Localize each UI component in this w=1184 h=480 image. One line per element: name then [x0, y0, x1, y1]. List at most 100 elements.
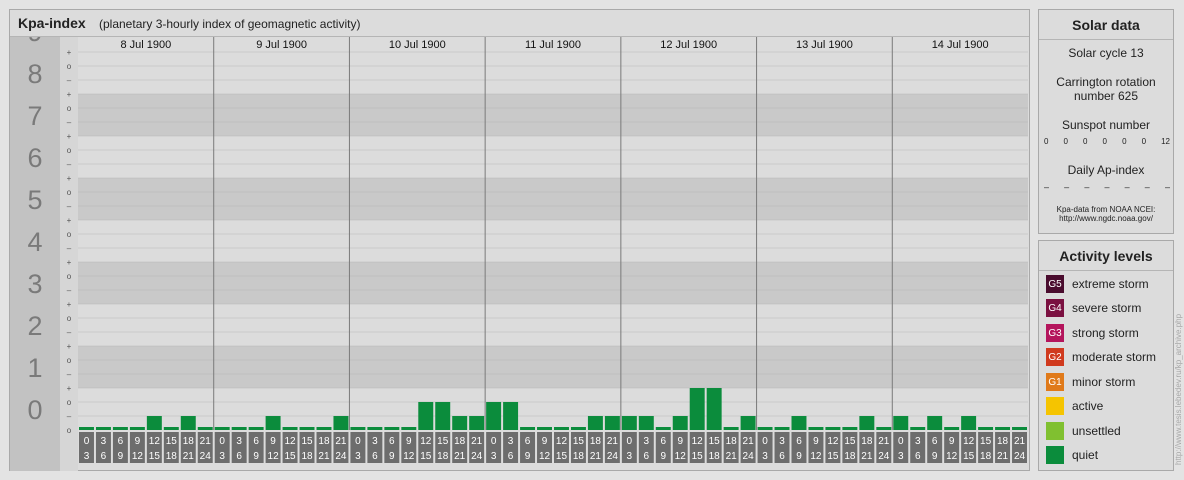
hour-end-label: 9 — [525, 451, 531, 462]
y-minor-label: o — [67, 62, 72, 71]
hour-start-label: 21 — [878, 436, 890, 447]
hour-start-label: 9 — [135, 436, 141, 447]
y-minor-label: – — [67, 286, 72, 295]
kp-bar — [587, 416, 603, 430]
hour-end-label: 3 — [355, 451, 361, 462]
legend-active: active — [1046, 396, 1103, 416]
y-minor-label: – — [67, 160, 72, 169]
hour-end-label: 15 — [420, 451, 432, 462]
g4-swatch: G4 — [1046, 299, 1064, 317]
hour-end-label: 21 — [861, 451, 873, 462]
source-link[interactable]: http://www.ngdc.noaa.gov/ — [1039, 214, 1173, 223]
hour-end-label: 3 — [84, 451, 90, 462]
y-minor-label: o — [67, 314, 72, 323]
hour-end-label: 24 — [607, 451, 619, 462]
hour-end-label: 3 — [491, 451, 497, 462]
carrington-line-1: Carrington rotation — [1056, 75, 1156, 89]
hour-start-label: 3 — [101, 436, 107, 447]
kp-bar — [163, 427, 179, 430]
hour-end-label: 21 — [183, 451, 195, 462]
source-url-vertical[interactable]: http://www.tesis.lebedev.ru/kp_archive.p… — [1174, 240, 1184, 470]
legend-g3: G3 strong storm — [1046, 323, 1139, 343]
kp-bar — [842, 427, 858, 430]
kp-bar — [418, 401, 434, 430]
hour-start-label: 21 — [335, 436, 347, 447]
date-label: 11 Jul 1900 — [525, 39, 581, 51]
legend-label: quiet — [1072, 448, 1099, 462]
hour-start-label: 0 — [762, 436, 768, 447]
hour-start-label: 18 — [318, 436, 330, 447]
hour-end-label: 21 — [590, 451, 602, 462]
chart-title: Kpa-index — [18, 15, 86, 31]
legend-label: moderate storm — [1072, 350, 1157, 364]
legend-quiet: quiet — [1046, 445, 1098, 465]
date-label: 8 Jul 1900 — [120, 39, 171, 51]
hour-end-label: 18 — [844, 451, 856, 462]
y-tick-label: 1 — [27, 353, 42, 383]
kp-bar — [197, 427, 213, 430]
y-tick-label: 4 — [27, 227, 42, 257]
hour-start-label: 18 — [454, 436, 466, 447]
kp-bar — [129, 427, 145, 430]
hour-start-label: 15 — [437, 436, 449, 447]
hour-start-label: 12 — [420, 436, 432, 447]
hour-start-label: 6 — [253, 436, 259, 447]
y-minor-label: o — [67, 356, 72, 365]
hour-end-label: 18 — [301, 451, 313, 462]
solar-cycle: Solar cycle 13 — [1068, 46, 1144, 60]
kp-bar — [655, 427, 671, 430]
legend-g2: G2 moderate storm — [1046, 347, 1156, 367]
hour-start-label: 12 — [149, 436, 161, 447]
hour-start-label: 0 — [627, 436, 633, 447]
kp-bar — [486, 401, 502, 430]
y-minor-label: + — [67, 174, 72, 183]
sunspot-value: 0 — [1141, 137, 1147, 146]
hour-start-label: 21 — [471, 436, 483, 447]
hour-end-label: 3 — [627, 451, 633, 462]
hour-start-label: 3 — [779, 436, 785, 447]
ap-value: – — [1084, 182, 1090, 192]
kp-band — [78, 94, 1028, 136]
kp-band — [78, 304, 1028, 346]
hour-end-label: 3 — [898, 451, 904, 462]
source-url-text: http://www.tesis.lebedev.ru/kp_archive.p… — [1174, 313, 1183, 465]
active-swatch — [1046, 397, 1064, 415]
kp-bar — [876, 427, 892, 430]
kp-bar — [520, 427, 536, 430]
kp-bar — [570, 427, 586, 430]
hour-start-label: 3 — [915, 436, 921, 447]
hour-end-label: 24 — [1014, 451, 1026, 462]
kp-bar — [961, 416, 977, 430]
kp-bar — [316, 427, 332, 430]
hour-end-label: 12 — [132, 451, 144, 462]
kp-bar — [859, 416, 875, 430]
hour-end-label: 21 — [318, 451, 330, 462]
legend-label: severe storm — [1072, 301, 1142, 315]
y-minor-label: + — [67, 258, 72, 267]
kp-bar — [469, 416, 485, 430]
legend-g5: G5 extreme storm — [1046, 274, 1149, 294]
kp-bar — [893, 416, 909, 430]
hour-end-label: 12 — [539, 451, 551, 462]
hour-end-label: 24 — [335, 451, 347, 462]
hour-start-label: 12 — [692, 436, 704, 447]
kp-bar — [554, 427, 569, 430]
hour-end-label: 9 — [660, 451, 666, 462]
kp-bar — [282, 427, 298, 430]
y-minor-label: – — [67, 244, 72, 253]
quiet-swatch — [1046, 446, 1064, 464]
hour-end-label: 9 — [118, 451, 124, 462]
kp-bar — [537, 427, 552, 430]
hour-start-label: 3 — [508, 436, 514, 447]
hour-end-label: 15 — [692, 451, 704, 462]
ap-value: – — [1104, 182, 1110, 192]
date-label: 13 Jul 1900 — [796, 39, 853, 51]
sunspot-values: 0 0 0 0 0 0 12 — [1044, 137, 1170, 146]
hour-start-label: 0 — [491, 436, 497, 447]
kp-bar — [146, 416, 162, 430]
divider — [1039, 39, 1173, 40]
g2-swatch: G2 — [1046, 348, 1064, 366]
hour-end-label: 6 — [236, 451, 242, 462]
kp-bar — [350, 427, 366, 430]
hour-start-label: 9 — [813, 436, 819, 447]
